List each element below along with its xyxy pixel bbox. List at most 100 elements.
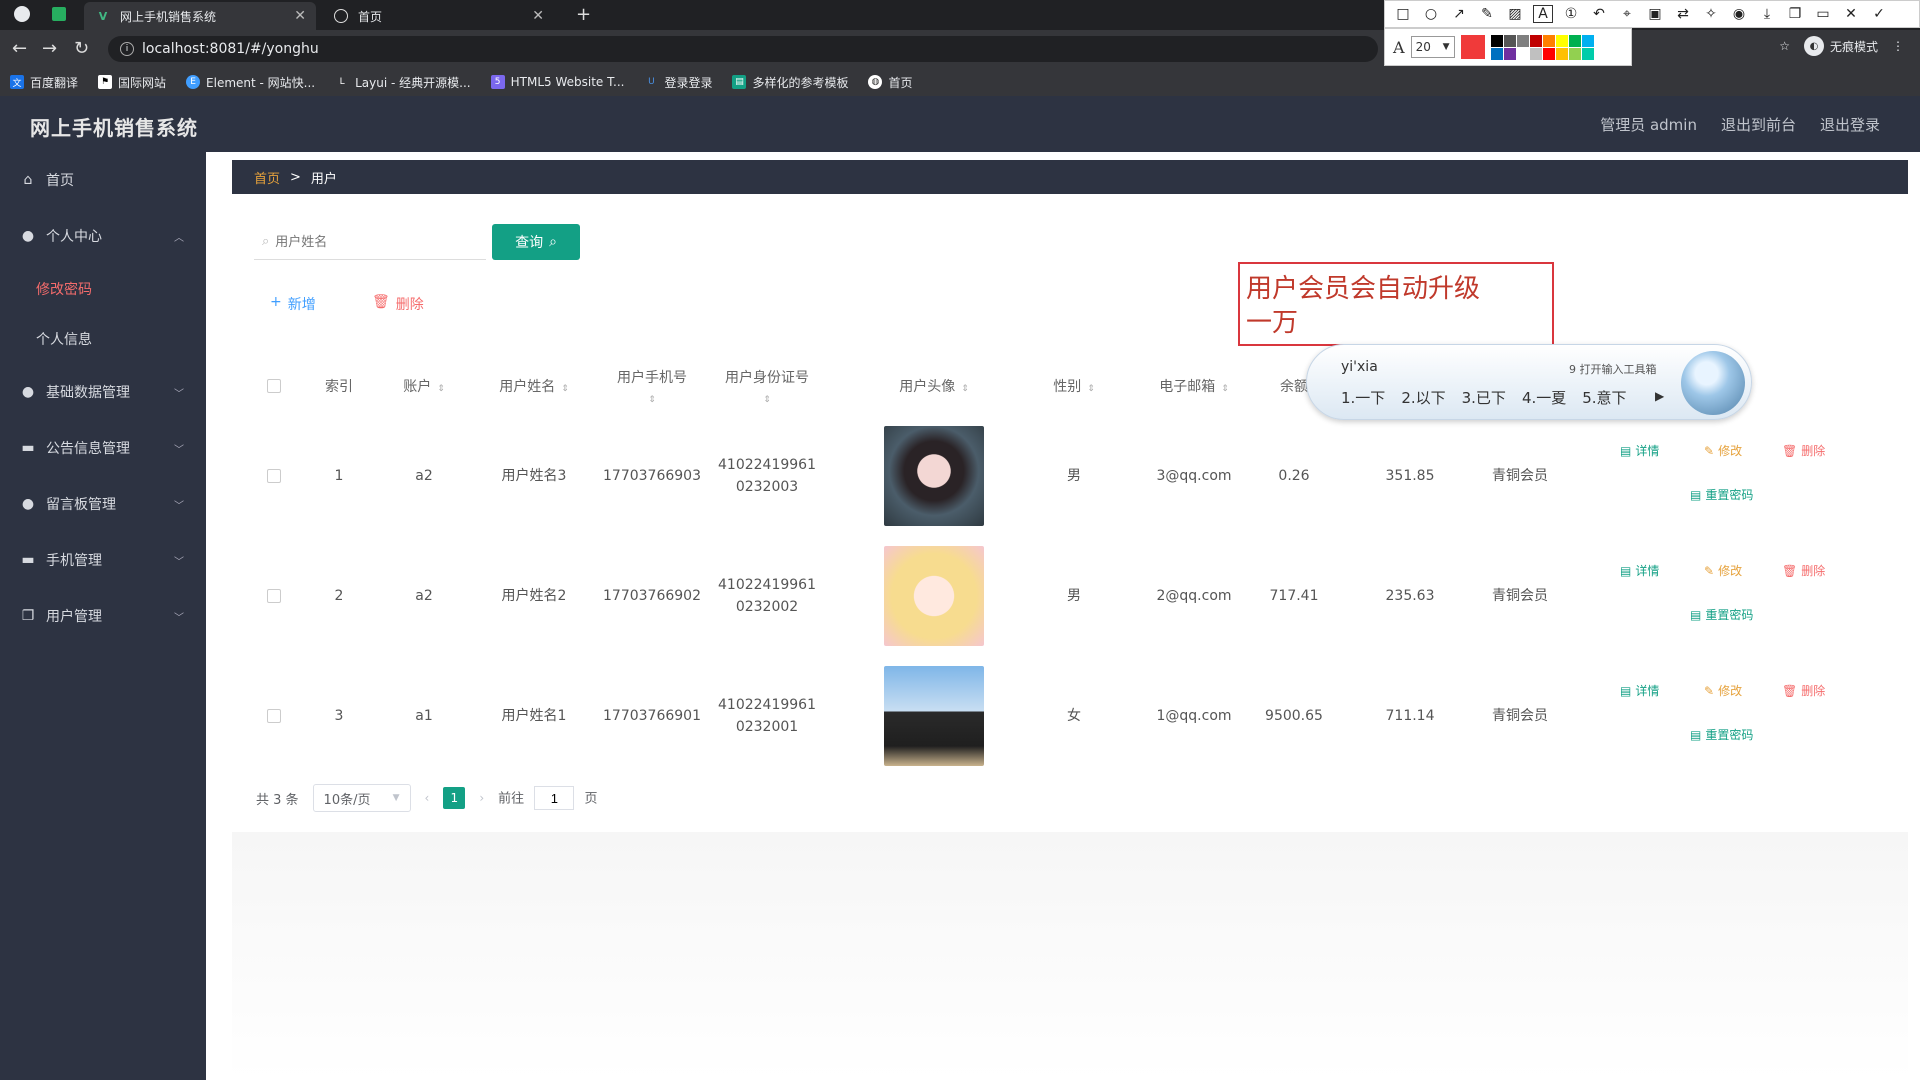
- copy-icon[interactable]: ❐: [1785, 6, 1805, 22]
- sidebar-item-basic-data[interactable]: ● 基础数据管理 ﹀: [0, 364, 206, 420]
- close-tab-icon[interactable]: ✕: [294, 8, 306, 24]
- kebab-menu-icon[interactable]: ⋮: [1892, 39, 1904, 53]
- bookmark-item[interactable]: U 登录登录: [644, 74, 712, 91]
- column-header-phone[interactable]: 用户手机号 ⇕: [594, 346, 710, 426]
- browser-tab-home[interactable]: 首页 ✕: [322, 2, 554, 30]
- user-avatar-image[interactable]: [884, 426, 984, 526]
- prev-page-icon[interactable]: ‹: [425, 791, 430, 805]
- detail-button[interactable]: ▤ 详情: [1620, 562, 1659, 579]
- new-tab-icon[interactable]: +: [576, 4, 591, 25]
- color-swatch[interactable]: [1516, 47, 1529, 60]
- font-size-select[interactable]: 20 ▼: [1410, 36, 1455, 58]
- add-button[interactable]: + 新增: [270, 294, 316, 314]
- color-swatch[interactable]: [1568, 34, 1581, 47]
- arrow-tool-icon[interactable]: ↗: [1449, 6, 1469, 22]
- goto-page-input[interactable]: [534, 786, 575, 810]
- sort-icon[interactable]: ⇕: [648, 395, 656, 405]
- ellipse-tool-icon[interactable]: ○: [1421, 6, 1441, 22]
- pen-tool-icon[interactable]: ✎: [1477, 6, 1497, 22]
- bookmark-star-icon[interactable]: ☆: [1779, 39, 1790, 53]
- translate-tool-icon[interactable]: ⇄: [1673, 6, 1693, 22]
- mosaic-tool-icon[interactable]: ▨: [1505, 6, 1525, 22]
- edit-button[interactable]: ✎ 修改: [1704, 442, 1742, 459]
- download-icon[interactable]: ⤓: [1757, 6, 1777, 22]
- incognito-profile[interactable]: ◐ 无痕模式: [1803, 36, 1878, 56]
- sidebar-item-phones[interactable]: ▬ 手机管理 ﹀: [0, 532, 206, 588]
- sidebar-item-users[interactable]: ❐ 用户管理 ﹀: [0, 588, 206, 644]
- reset-password-button[interactable]: ▤ 重置密码: [1690, 606, 1753, 623]
- row-checkbox[interactable]: [267, 709, 281, 723]
- delete-button[interactable]: 🗑 删除: [1782, 682, 1825, 699]
- sidebar-subitem-personal-info[interactable]: 个人信息: [0, 314, 206, 364]
- color-swatch[interactable]: [1529, 34, 1542, 47]
- ime-candidate[interactable]: 3.已下: [1462, 387, 1506, 408]
- logout-link[interactable]: 退出登录: [1820, 114, 1880, 135]
- pin-icon[interactable]: ⌖: [1617, 6, 1637, 22]
- color-swatch[interactable]: [1555, 47, 1568, 60]
- page-size-select[interactable]: 10条/页 ▼: [312, 784, 411, 812]
- close-tab-icon[interactable]: ✕: [532, 8, 544, 24]
- color-swatch[interactable]: [1490, 47, 1503, 60]
- sidebar-subitem-change-password[interactable]: 修改密码: [0, 264, 206, 314]
- sidebar-item-home[interactable]: ⌂ 首页: [0, 152, 206, 208]
- color-swatch[interactable]: [1490, 34, 1503, 47]
- sidebar-item-message-board[interactable]: ● 留言板管理 ﹀: [0, 476, 206, 532]
- color-swatch[interactable]: [1555, 34, 1568, 47]
- reset-password-button[interactable]: ▤ 重置密码: [1690, 726, 1753, 743]
- sort-icon[interactable]: ⇕: [1087, 384, 1095, 394]
- sidebar-item-announcements[interactable]: ▬ 公告信息管理 ﹀: [0, 420, 206, 476]
- bookmark-item[interactable]: L Layui - 经典开源模...: [335, 74, 471, 91]
- ocr-icon[interactable]: ▣: [1645, 6, 1665, 22]
- color-swatch[interactable]: [1581, 34, 1594, 47]
- save-icon[interactable]: ▭: [1813, 6, 1833, 22]
- back-icon[interactable]: ←: [12, 38, 27, 59]
- column-header-idcard[interactable]: 用户身份证号 ⇕: [710, 346, 824, 426]
- detail-button[interactable]: ▤ 详情: [1620, 442, 1659, 459]
- number-tool-icon[interactable]: ①: [1561, 6, 1581, 22]
- color-swatch[interactable]: [1516, 34, 1529, 47]
- color-swatch[interactable]: [1503, 47, 1516, 60]
- ime-candidate[interactable]: 1.一下: [1341, 387, 1385, 408]
- row-checkbox[interactable]: [267, 589, 281, 603]
- color-swatch[interactable]: [1503, 34, 1516, 47]
- close-icon[interactable]: ✕: [1841, 6, 1861, 22]
- sort-icon[interactable]: ⇕: [961, 384, 969, 394]
- breadcrumb-home[interactable]: 首页: [254, 168, 280, 187]
- sort-icon[interactable]: ⇕: [1221, 384, 1229, 394]
- annotation-text-box[interactable]: 用户会员会自动升级 一万: [1238, 262, 1554, 346]
- query-button[interactable]: 查询 ⌕: [492, 224, 580, 260]
- forward-icon[interactable]: →: [42, 38, 57, 59]
- color-swatch[interactable]: [1568, 47, 1581, 60]
- browser-tab-app[interactable]: V 网上手机销售系统 ✕: [84, 2, 316, 30]
- sort-icon[interactable]: ⇕: [437, 384, 445, 394]
- bookmark-item[interactable]: ◍ 首页: [868, 74, 913, 91]
- record-icon[interactable]: ◉: [1729, 6, 1749, 22]
- column-header-account[interactable]: 账户 ⇕: [374, 346, 474, 426]
- browser-menu-icon[interactable]: [14, 6, 30, 22]
- sort-icon[interactable]: ⇕: [561, 384, 569, 394]
- sidebar-item-personal-center[interactable]: ● 个人中心 ︿: [0, 208, 206, 264]
- select-all-checkbox[interactable]: [267, 379, 281, 393]
- delete-button[interactable]: 🗑 删除: [1782, 562, 1825, 579]
- color-swatch[interactable]: [1542, 47, 1555, 60]
- search-input[interactable]: [275, 234, 466, 249]
- color-swatch[interactable]: [1581, 47, 1594, 60]
- edit-button[interactable]: ✎ 修改: [1704, 562, 1742, 579]
- sort-icon[interactable]: ⇕: [763, 395, 771, 405]
- bookmark-item[interactable]: ▤ 多样化的参考模板: [732, 74, 848, 91]
- next-page-icon[interactable]: ›: [479, 791, 484, 805]
- rectangle-tool-icon[interactable]: □: [1393, 6, 1413, 22]
- undo-icon[interactable]: ↶: [1589, 6, 1609, 22]
- row-checkbox[interactable]: [267, 469, 281, 483]
- column-header-avatar[interactable]: 用户头像 ⇕: [864, 346, 1004, 426]
- tab-group-icon[interactable]: [52, 7, 66, 21]
- text-tool-icon[interactable]: A: [1533, 5, 1553, 23]
- page-number-current[interactable]: 1: [443, 787, 466, 809]
- column-header-gender[interactable]: 性别 ⇕: [1014, 346, 1134, 426]
- reload-icon[interactable]: ↻: [74, 38, 89, 59]
- color-swatch[interactable]: [1529, 47, 1542, 60]
- batch-delete-button[interactable]: 🗑 删除: [372, 294, 424, 314]
- bookmark-item[interactable]: E Element - 网站快...: [186, 74, 315, 91]
- ime-candidate[interactable]: 5.意下: [1582, 387, 1626, 408]
- site-info-icon[interactable]: i: [120, 42, 134, 56]
